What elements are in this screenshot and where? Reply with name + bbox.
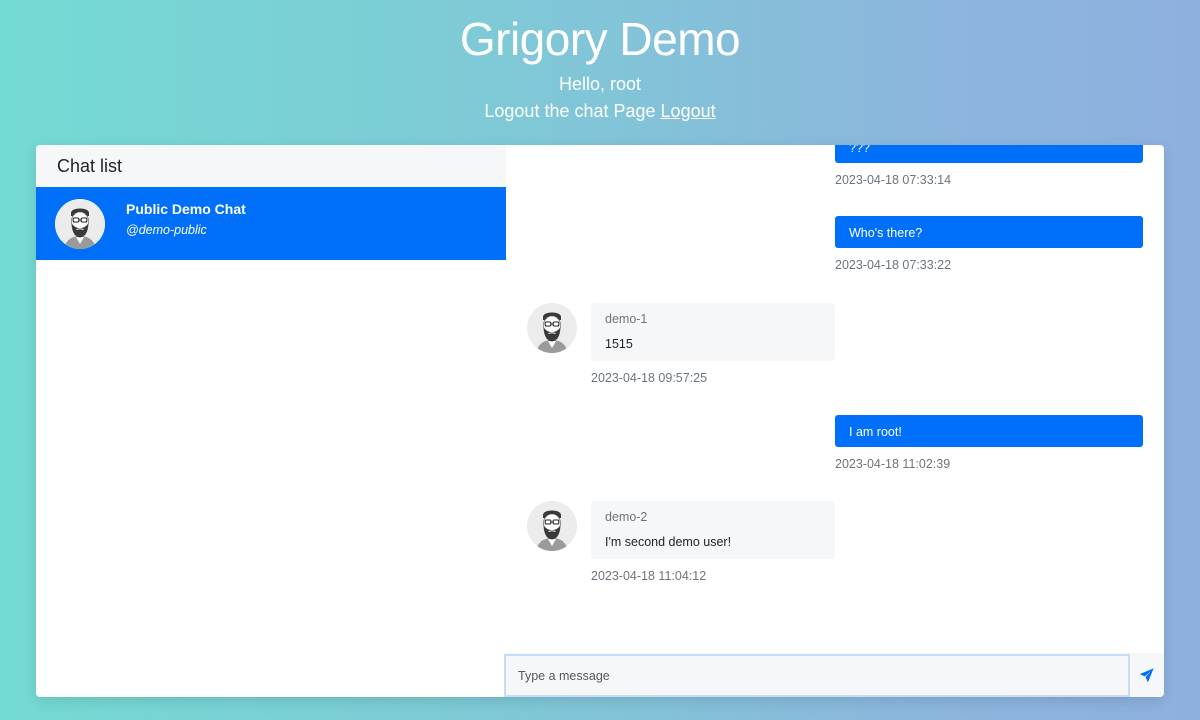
- message-bubble: demo-1 1515: [591, 303, 835, 361]
- chat-item-handle: @demo-public: [126, 223, 207, 237]
- incoming-message-body: demo-1 1515 2023-04-18 09:57:25: [591, 303, 835, 385]
- chat-list-item-public-demo-chat[interactable]: Public Demo Chat @demo-public: [36, 187, 506, 260]
- chat-card: Chat list Public Demo Chat @demo-public …: [36, 145, 1164, 697]
- message-timestamp: 2023-04-18 07:33:14: [835, 173, 952, 187]
- message-timestamp: 2023-04-18 07:33:22: [835, 258, 952, 272]
- message-bubble: ???: [835, 145, 1143, 163]
- page-title: Grigory Demo: [459, 13, 741, 65]
- send-button[interactable]: [1130, 653, 1164, 697]
- message-bubble: I am root!: [835, 415, 1143, 447]
- logout-link[interactable]: Logout: [661, 101, 716, 121]
- logout-line: Logout the chat Page Logout: [0, 101, 1200, 122]
- message-text: I'm second demo user!: [605, 535, 732, 549]
- message-timestamp: 2023-04-18 09:57:25: [591, 371, 708, 385]
- chat-list-panel: Chat list Public Demo Chat @demo-public: [36, 145, 506, 697]
- message-author: demo-1: [605, 312, 648, 326]
- message-bubble: Who's there?: [835, 216, 1143, 248]
- incoming-message-body: demo-2 I'm second demo user! 2023-04-18 …: [591, 501, 835, 583]
- send-icon: [1140, 668, 1154, 682]
- message-timestamp: 2023-04-18 11:04:12: [591, 569, 707, 583]
- message-composer: [504, 653, 1164, 697]
- message-input[interactable]: [504, 654, 1130, 697]
- logout-text: Logout the chat Page: [484, 101, 656, 121]
- message-thread[interactable]: ??? 2023-04-18 07:33:14 Who's there? 202…: [506, 145, 1164, 653]
- outgoing-message: I am root! 2023-04-18 11:02:39: [835, 415, 1143, 471]
- message-bubble: demo-2 I'm second demo user!: [591, 501, 835, 559]
- message-author: demo-2: [605, 510, 648, 524]
- outgoing-message: ??? 2023-04-18 07:33:14: [835, 145, 1143, 187]
- message-timestamp: 2023-04-18 11:02:39: [835, 457, 951, 471]
- chat-item-name: Public Demo Chat: [126, 201, 246, 217]
- bearded-man-avatar: [527, 303, 577, 353]
- bearded-man-avatar: [55, 199, 105, 249]
- message-text: 1515: [605, 337, 633, 351]
- chat-list-title: Chat list: [36, 145, 506, 187]
- outgoing-message: Who's there? 2023-04-18 07:33:22: [835, 216, 1143, 272]
- bearded-man-avatar: [527, 501, 577, 551]
- greeting-text: Hello, root: [558, 74, 642, 94]
